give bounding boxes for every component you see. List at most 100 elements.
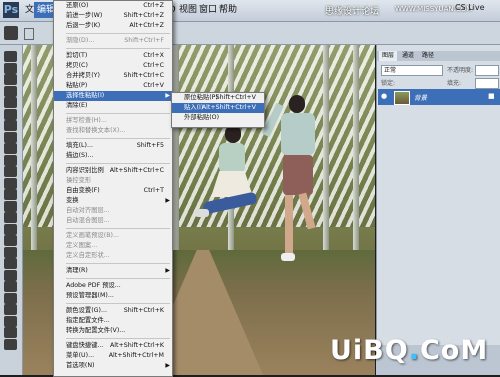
tool-icon[interactable] xyxy=(4,143,17,154)
edit-menu-item[interactable]: 还原(O) Ctrl+Z xyxy=(54,1,172,11)
edit-menu-item[interactable]: 粘贴(P) Ctrl+V xyxy=(54,81,172,91)
menu-item-label: 原位粘贴(P) xyxy=(184,94,218,101)
edit-menu-item[interactable]: 清除(E) xyxy=(54,101,172,111)
tab-channels[interactable]: 通道 xyxy=(399,51,417,61)
menu-item-label: 键盘快捷键... xyxy=(66,342,104,349)
edit-menu-item[interactable]: 选择性粘贴(I) ▶ xyxy=(54,91,172,101)
tool-icon[interactable] xyxy=(4,74,17,85)
menu-item-shortcut: Ctrl+V xyxy=(143,82,164,89)
menu-separator xyxy=(66,263,170,264)
edit-menu-item[interactable]: 描边(S)... xyxy=(54,151,172,161)
edit-menu-item: 渐隐(D)... Shift+Ctrl+F xyxy=(54,36,172,46)
menu-item-10[interactable]: 帮助 xyxy=(216,2,240,18)
tool-icon[interactable] xyxy=(4,189,17,200)
edit-menu-item[interactable]: 预设管理器(M)... xyxy=(54,291,172,301)
tool-icon[interactable] xyxy=(4,281,17,292)
edit-menu-item[interactable]: 拷贝(C) Ctrl+C xyxy=(54,61,172,71)
tool-icon[interactable] xyxy=(4,177,17,189)
tool-icon[interactable] xyxy=(4,258,17,269)
tool-icon[interactable] xyxy=(4,223,17,235)
menu-item-label: 渐隐(D)... xyxy=(66,37,95,44)
tool-icon[interactable] xyxy=(4,154,17,166)
tool-icon[interactable] xyxy=(4,304,17,315)
edit-menu-item: 查找和替换文本(X)... xyxy=(54,126,172,136)
edit-menu-item: 定义自定形状... xyxy=(54,251,172,261)
tool-icon[interactable] xyxy=(4,131,17,143)
paste-special-submenu: 原位粘贴(P) Shift+Ctrl+V 贴入(I) Alt+Shift+Ctrl+V… xyxy=(171,92,265,128)
edit-menu-item: 自动对齐图层... xyxy=(54,206,172,216)
edit-menu-item[interactable]: 变换 ▶ xyxy=(54,196,172,206)
edit-menu-item: 操控变形 xyxy=(54,176,172,186)
paste-special-item[interactable]: 贴入(I) Alt+Shift+Ctrl+V xyxy=(172,103,264,113)
edit-menu-item[interactable]: 内容识别比例 Alt+Shift+Ctrl+C xyxy=(54,166,172,176)
edit-menu-item[interactable]: 剪切(T) Ctrl+X xyxy=(54,51,172,61)
cs-live-button[interactable]: CS Live xyxy=(455,3,485,12)
menu-item-label: 内容识别比例 xyxy=(66,167,104,174)
tool-icon[interactable] xyxy=(4,166,17,177)
paste-special-item[interactable]: 外部粘贴(O) xyxy=(172,113,264,123)
lasso-tool-icon[interactable] xyxy=(4,26,18,40)
menu-item-shortcut: Shift+Ctrl+Z xyxy=(123,12,164,19)
edit-menu-item[interactable]: 指定配置文件... xyxy=(54,316,172,326)
edit-menu-item[interactable]: 自由变换(F) Ctrl+T xyxy=(54,186,172,196)
edit-menu-item[interactable]: 清理(R) ▶ xyxy=(54,266,172,276)
menu-item-label: 自由变换(F) xyxy=(66,187,100,194)
tab-layers[interactable]: 图层 xyxy=(379,51,398,61)
menu-item-label: 粘贴(P) xyxy=(66,82,88,89)
tool-icon[interactable] xyxy=(4,292,17,304)
menu-item-shortcut: Shift+Ctrl+K xyxy=(123,307,164,314)
uibq-text-1: UiBQ xyxy=(330,335,409,366)
menu-separator xyxy=(66,228,170,229)
uibq-watermark: UiBQ.CoM xyxy=(330,335,488,366)
edit-menu-item: 定义图案... xyxy=(54,241,172,251)
edit-menu-item[interactable]: 键盘快捷键... Alt+Shift+Ctrl+K xyxy=(54,341,172,351)
tool-icon[interactable] xyxy=(4,246,17,258)
submenu-arrow-icon: ▶ xyxy=(165,267,170,274)
tab-paths[interactable]: 路径 xyxy=(419,51,437,61)
edit-menu-item[interactable]: Adobe PDF 预设... xyxy=(54,281,172,291)
edit-menu-item[interactable]: 转换为配置文件(V)... xyxy=(54,326,172,336)
tool-icon[interactable] xyxy=(4,51,17,62)
tool-icon[interactable] xyxy=(4,212,17,223)
edit-menu-item[interactable]: 合并拷贝(Y) Shift+Ctrl+C xyxy=(54,71,172,81)
tool-icon[interactable] xyxy=(4,85,17,97)
blend-mode-select[interactable]: 正常 xyxy=(381,65,443,76)
edit-menu-item[interactable]: 菜单(U)... Alt+Shift+Ctrl+M xyxy=(54,351,172,361)
menu-item-shortcut: Ctrl+C xyxy=(143,62,164,69)
paste-special-item[interactable]: 原位粘贴(P) Shift+Ctrl+V xyxy=(172,93,264,103)
menu-item-label: 自动对齐图层... xyxy=(66,207,110,214)
tool-icon[interactable] xyxy=(4,200,17,212)
edit-menu-item[interactable]: 后退一步(K) Alt+Ctrl+Z xyxy=(54,21,172,31)
edit-menu-item[interactable]: 颜色设置(G)... Shift+Ctrl+K xyxy=(54,306,172,316)
menu-separator xyxy=(66,278,170,279)
uibq-dot: . xyxy=(408,335,420,366)
tool-icon[interactable] xyxy=(4,235,17,246)
tool-icon[interactable] xyxy=(4,62,17,74)
menu-item-shortcut: Ctrl+Z xyxy=(143,2,164,9)
menu-item-label: 转换为配置文件(V)... xyxy=(66,327,126,334)
opacity-input[interactable] xyxy=(475,65,499,76)
tool-icon[interactable] xyxy=(4,327,17,338)
tool-icon[interactable] xyxy=(4,338,17,350)
photoshop-logo: Ps xyxy=(3,2,19,18)
edit-menu-item: 拼写检查(H)... xyxy=(54,116,172,126)
edit-menu-item[interactable]: 填充(L)... Shift+F5 xyxy=(54,141,172,151)
tool-icon[interactable] xyxy=(4,315,17,327)
new-selection-icon[interactable] xyxy=(24,28,34,40)
menu-separator xyxy=(66,33,170,34)
menu-item-shortcut: Shift+Ctrl+V xyxy=(215,94,256,101)
tool-icon[interactable] xyxy=(4,120,17,131)
menu-item-label: 颜色设置(G)... xyxy=(66,307,107,314)
tool-icon[interactable] xyxy=(4,108,17,120)
fill-input[interactable] xyxy=(475,78,499,89)
tool-icon[interactable] xyxy=(4,97,17,108)
layer-row[interactable]: ● 背景 ■ xyxy=(378,89,500,105)
menu-item-label: 拼写检查(H)... xyxy=(66,117,107,124)
menu-item-shortcut: Alt+Shift+Ctrl+V xyxy=(201,104,256,111)
tool-icon[interactable] xyxy=(4,269,17,281)
edit-menu-item[interactable]: 前进一步(W) Shift+Ctrl+Z xyxy=(54,11,172,21)
menu-item-shortcut: Ctrl+X xyxy=(143,52,164,59)
eye-icon[interactable]: ● xyxy=(381,92,387,100)
menu-item-label: 剪切(T) xyxy=(66,52,88,59)
edit-menu-item[interactable]: 首选项(N) ▶ xyxy=(54,361,172,371)
